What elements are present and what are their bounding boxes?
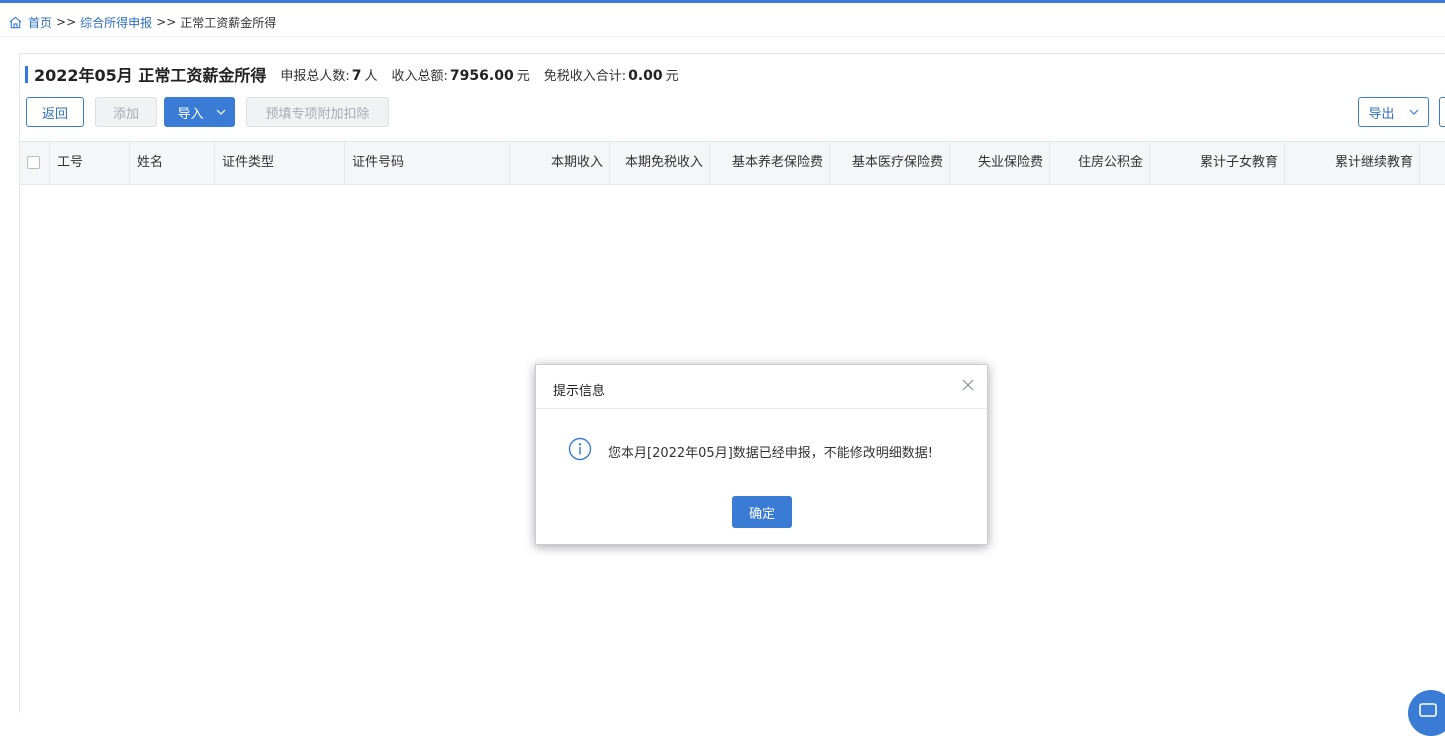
stat-unit: 元	[516, 68, 530, 84]
chevron-down-icon	[216, 109, 225, 115]
column-header[interactable]: 累计子女教育	[1150, 142, 1285, 184]
chevron-down-icon	[1409, 109, 1418, 115]
chat-help-icon	[1419, 703, 1437, 717]
stat-label: 免税收入合计:	[543, 68, 627, 84]
table-header: 工号 姓名 证件类型 证件号码 本期收入 本期免税收入 基本养老保险费 基本医疗…	[20, 141, 1445, 185]
column-header[interactable]: 本期收入	[510, 142, 610, 184]
column-header[interactable]: 证件类型	[215, 142, 345, 184]
add-button[interactable]: 添加	[95, 97, 157, 127]
more-button[interactable]	[1439, 97, 1445, 127]
stat-value: 0.00	[628, 67, 663, 84]
breadcrumb-separator: >>	[56, 15, 77, 29]
dialog-divider	[536, 408, 987, 409]
breadcrumb-divider	[0, 36, 1445, 37]
confirm-button-label: 确定	[748, 506, 775, 522]
stat-unit: 人	[364, 68, 378, 84]
header-row: 2022年05月 正常工资薪金所得 申报总人数: 7 人 收入总额: 7956.00 元…	[25, 62, 679, 86]
column-header[interactable]: 失业保险费	[950, 142, 1050, 184]
close-icon[interactable]	[961, 378, 975, 392]
column-header[interactable]: 住房公积金	[1050, 142, 1150, 184]
info-dialog: 提示信息 您本月[2022年05月]数据已经申报，不能修改明细数据! 确定	[535, 364, 988, 545]
page-title: 2022年05月 正常工资薪金所得	[34, 66, 267, 85]
stat-value: 7	[351, 67, 362, 84]
dialog-title: 提示信息	[553, 384, 606, 399]
breadcrumb-separator: >>	[156, 15, 177, 29]
import-button-label: 导入	[177, 106, 204, 122]
column-header[interactable]: 累计继续教育	[1285, 142, 1420, 184]
prefill-button-label: 预填专项附加扣除	[265, 106, 370, 122]
column-header[interactable]: 证件号码	[345, 142, 510, 184]
export-dropdown-button[interactable]: 导出	[1358, 97, 1429, 127]
stat-tax-free-income: 免税收入合计: 0.00 元	[544, 65, 679, 84]
home-icon[interactable]	[8, 15, 23, 30]
floating-help-button[interactable]	[1408, 690, 1445, 736]
info-icon	[568, 437, 592, 461]
column-header[interactable]: 姓名	[130, 142, 215, 184]
column-header[interactable]: 基本医疗保险费	[830, 142, 950, 184]
breadcrumb: 首页 >> 综合所得申报 >> 正常工资薪金所得	[8, 12, 276, 32]
stat-value: 7956.00	[449, 67, 514, 84]
select-all-column	[20, 142, 50, 184]
column-header[interactable]: 基本养老保险费	[710, 142, 830, 184]
select-all-checkbox[interactable]	[27, 156, 40, 169]
import-dropdown-button[interactable]: 导入	[164, 97, 235, 127]
add-button-label: 添加	[112, 106, 139, 122]
prefill-deduction-button[interactable]: 预填专项附加扣除	[246, 97, 389, 127]
confirm-button[interactable]: 确定	[732, 496, 792, 528]
stat-label: 申报总人数:	[280, 68, 350, 84]
column-header[interactable]: 工号	[50, 142, 130, 184]
return-button[interactable]: 返回	[26, 97, 84, 127]
stat-total-people: 申报总人数: 7 人	[280, 65, 377, 84]
breadcrumb-declaration-link[interactable]: 综合所得申报	[80, 14, 152, 31]
dialog-message: 您本月[2022年05月]数据已经申报，不能修改明细数据!	[608, 446, 933, 461]
stat-label: 收入总额:	[391, 68, 448, 84]
title-accent-bar	[25, 65, 28, 83]
breadcrumb-home-link[interactable]: 首页	[28, 14, 52, 31]
breadcrumb-current: 正常工资薪金所得	[180, 15, 277, 30]
return-button-label: 返回	[41, 106, 68, 122]
export-button-label: 导出	[1368, 106, 1395, 122]
column-header[interactable]: 本期免税收入	[610, 142, 710, 184]
stat-total-income: 收入总额: 7956.00 元	[392, 65, 530, 84]
stat-unit: 元	[665, 68, 679, 84]
top-accent-line	[0, 0, 1445, 3]
